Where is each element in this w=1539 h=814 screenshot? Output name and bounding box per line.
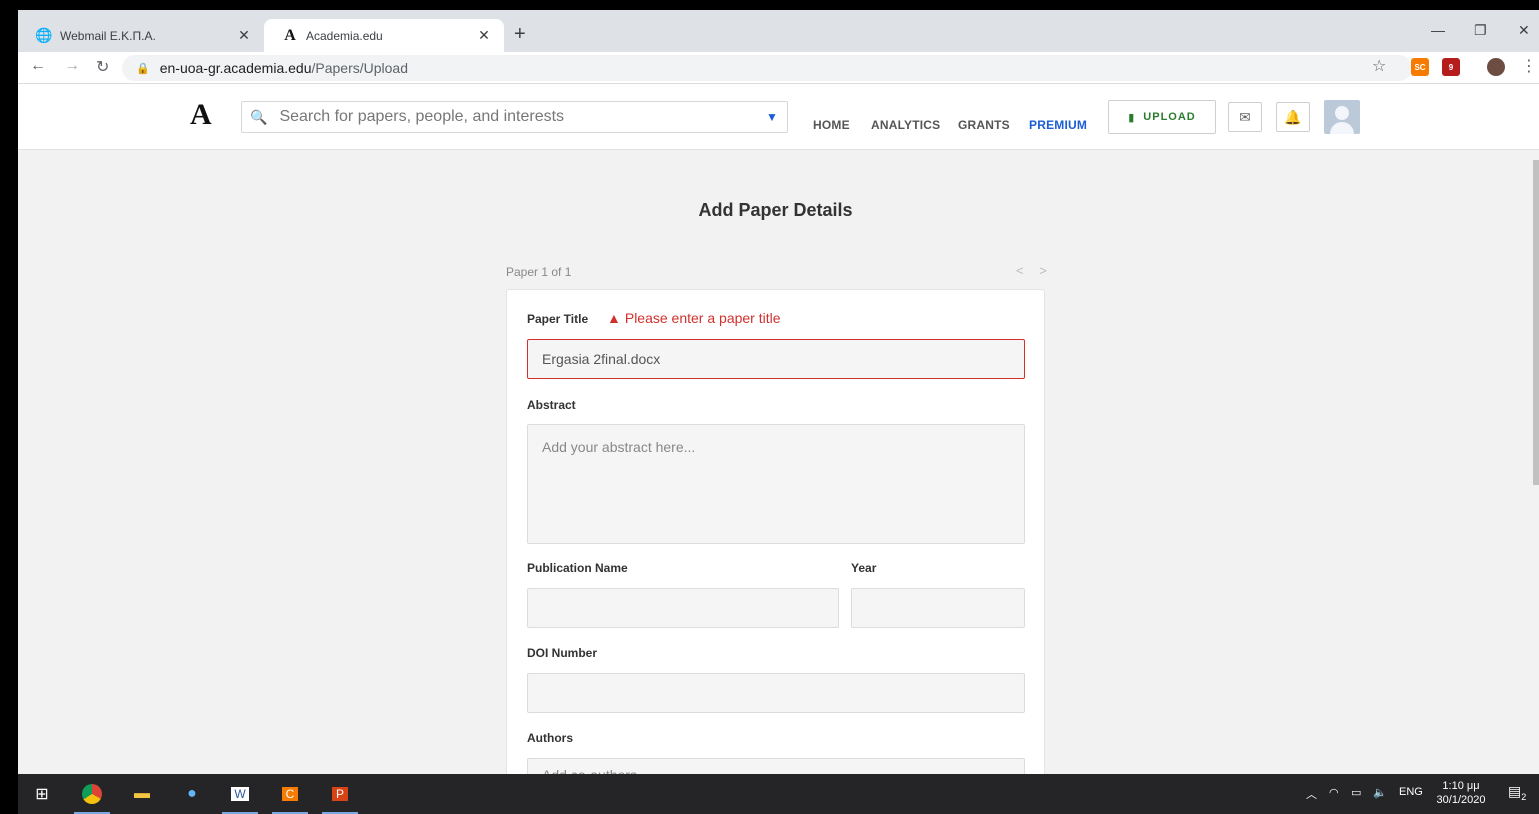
messages-button[interactable]: ✉ — [1228, 102, 1262, 132]
word-icon: W — [231, 787, 249, 801]
forward-icon[interactable]: → — [64, 57, 80, 75]
globe-icon: 🌐 — [35, 27, 53, 43]
notification-center-icon[interactable]: ▤2 — [1508, 783, 1526, 802]
folder-icon: ▬ — [134, 785, 150, 802]
url-path: /Papers/Upload — [311, 60, 408, 76]
publication-name-input[interactable] — [527, 588, 839, 628]
envelope-icon: ✉ — [1239, 108, 1251, 125]
browser-toolbar: ← → ↻ 🔒 en-uoa-gr.academia.edu/Papers/Up… — [18, 52, 1539, 84]
scrollbar-thumb[interactable] — [1533, 160, 1539, 485]
reload-icon[interactable]: ↻ — [96, 57, 109, 77]
windows-taskbar: ⊞ ▬ ● W C P ︿ ◠ ▭ 🔈 ENG 1:10 μμ 30/1/202… — [18, 774, 1539, 814]
chrome-taskbar-icon[interactable] — [74, 780, 110, 814]
clock-date: 30/1/2020 — [1436, 794, 1486, 806]
upload-button[interactable]: ▮ UPLOAD — [1108, 100, 1216, 134]
minimize-icon[interactable]: — — [1431, 22, 1445, 38]
sc-extension-icon[interactable]: SC — [1411, 58, 1429, 76]
abstract-label: Abstract — [527, 398, 576, 412]
page-scrollbar[interactable] — [1533, 150, 1539, 784]
search-icon: 🔍 — [250, 108, 268, 125]
paper-pager: Paper 1 of 1 — [506, 265, 572, 279]
academia-logo-icon: A — [284, 26, 296, 44]
search-box[interactable]: 🔍 ▼ — [241, 101, 788, 133]
paper-title-label: Paper Title — [527, 312, 589, 326]
window-close-icon[interactable]: ✕ — [1518, 22, 1530, 39]
profile-avatar[interactable] — [1487, 58, 1505, 76]
avatar-body — [1330, 122, 1354, 134]
new-tab-button[interactable]: + — [514, 24, 526, 44]
menu-kebab-icon[interactable]: ⋮ — [1521, 56, 1537, 76]
academia-logo[interactable]: A — [190, 98, 212, 132]
bookmark-star-icon[interactable]: ☆ — [1372, 56, 1386, 76]
tab-academia[interactable]: A Academia.edu ✕ — [264, 19, 504, 52]
site-header: A 🔍 ▼ HOME ANALYTICS GRANTS PREMIUM ▮ UP… — [18, 84, 1539, 150]
error-text: Please enter a paper title — [624, 310, 781, 326]
abstract-textarea[interactable]: Add your abstract here... — [527, 424, 1025, 544]
bell-icon: 🔔 — [1284, 108, 1302, 125]
presentation-icon: P — [331, 787, 348, 801]
file-explorer-icon[interactable]: ▬ — [124, 780, 160, 808]
file-icon: ▮ — [1128, 111, 1136, 124]
address-bar[interactable]: 🔒 en-uoa-gr.academia.edu/Papers/Upload — [122, 55, 1412, 81]
doi-input[interactable] — [527, 673, 1025, 713]
paper-title-value: Ergasia 2final.docx — [542, 351, 661, 367]
caret-down-icon[interactable]: ▼ — [757, 110, 787, 124]
tab-webmail[interactable]: 🌐 Webmail Ε.Κ.Π.Α. ✕ — [18, 19, 264, 52]
page-title: Add Paper Details — [698, 200, 853, 220]
close-icon[interactable]: ✕ — [236, 27, 252, 44]
authors-label: Authors — [527, 731, 573, 745]
notifications-button[interactable]: 🔔 — [1276, 102, 1310, 132]
lock-icon: 🔒 — [136, 62, 150, 75]
word-taskbar-icon[interactable]: W — [222, 780, 258, 814]
volume-icon[interactable]: 🔈 — [1373, 786, 1387, 799]
nav-grants[interactable]: GRANTS — [958, 118, 1010, 132]
upload-label: UPLOAD — [1143, 111, 1196, 123]
tab-title: Webmail Ε.Κ.Π.Α. — [60, 28, 156, 43]
tab-strip: 🌐 Webmail Ε.Κ.Π.Α. ✕ A Academia.edu ✕ + … — [18, 10, 1539, 52]
app-icon: ● — [187, 785, 197, 802]
doi-label: DOI Number — [527, 646, 598, 660]
orange-app-icon: C — [281, 787, 299, 801]
browser-window: 🌐 Webmail Ε.Κ.Π.Α. ✕ A Academia.edu ✕ + … — [18, 10, 1539, 814]
tray-chevron-icon[interactable]: ︿ — [1306, 786, 1317, 802]
battery-icon[interactable]: ▭ — [1351, 786, 1361, 799]
pager-arrows[interactable]: < > — [1016, 263, 1053, 278]
presentation-taskbar-icon[interactable]: P — [322, 780, 358, 814]
wifi-icon[interactable]: ◠ — [1329, 786, 1339, 799]
paper-title-error: ▲ Please enter a paper title — [607, 310, 781, 326]
warning-icon: ▲ — [607, 310, 621, 326]
language-indicator[interactable]: ENG — [1399, 786, 1423, 798]
notification-count: 2 — [1521, 791, 1527, 802]
nav-home[interactable]: HOME — [813, 118, 850, 132]
nav-analytics[interactable]: ANALYTICS — [871, 118, 940, 132]
paper-title-input[interactable]: Ergasia 2final.docx — [527, 339, 1025, 379]
paper-details-card: Paper Title ▲ Please enter a paper title… — [506, 289, 1045, 814]
maximize-icon[interactable]: ❐ — [1474, 22, 1487, 39]
abstract-placeholder: Add your abstract here... — [542, 439, 696, 455]
chrome-logo-icon — [82, 784, 102, 804]
ublock-extension-icon[interactable]: 9 — [1442, 58, 1460, 76]
tab-title: Academia.edu — [306, 28, 383, 43]
url-host: en-uoa-gr.academia.edu — [159, 60, 312, 76]
windows-start-icon[interactable]: ⊞ — [24, 780, 60, 808]
year-label: Year — [851, 561, 877, 575]
nav-premium[interactable]: PREMIUM — [1029, 118, 1087, 132]
year-input[interactable] — [851, 588, 1025, 628]
clock[interactable]: 1:10 μμ 30/1/2020 — [1428, 779, 1494, 807]
avatar-head — [1335, 106, 1349, 120]
search-input[interactable] — [279, 108, 757, 126]
orange-app-taskbar-icon[interactable]: C — [272, 780, 308, 814]
app-taskbar-icon[interactable]: ● — [174, 780, 210, 808]
close-icon[interactable]: ✕ — [476, 27, 492, 44]
publication-name-label: Publication Name — [527, 561, 628, 575]
back-icon[interactable]: ← — [30, 57, 46, 75]
clock-time: 1:10 μμ — [1442, 780, 1480, 792]
user-avatar[interactable] — [1324, 100, 1360, 134]
